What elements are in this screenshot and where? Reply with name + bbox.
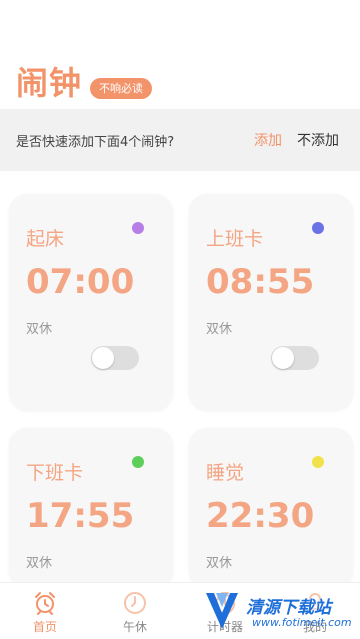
alarm-name: 睡觉 <box>206 462 245 484</box>
clock-icon <box>124 592 146 614</box>
alarm-time: 08:55 <box>206 262 315 302</box>
alarm-time: 22:30 <box>206 496 315 536</box>
alarm-repeat: 双休 <box>206 322 233 337</box>
tab-home[interactable]: 首页 <box>0 583 90 639</box>
toggle-knob <box>92 347 114 369</box>
alarm-clock-icon <box>35 592 55 615</box>
alarm-toggle[interactable] <box>91 346 139 370</box>
color-dot <box>312 456 324 468</box>
alarm-toggle[interactable] <box>271 346 319 370</box>
help-badge[interactable]: 不响必读 <box>90 78 152 99</box>
tab-nap[interactable]: 午休 <box>90 583 180 639</box>
watermark-text: 清源下载站 <box>246 598 331 618</box>
alarm-card-clock-in[interactable]: 上班卡 08:55 双休 <box>189 194 353 410</box>
watermark-url: www.fotimeit.com <box>252 616 352 629</box>
quick-add-button[interactable]: 添加 <box>254 130 282 150</box>
page-title: 闹钟 <box>16 64 83 102</box>
alarm-card-wakeup[interactable]: 起床 07:00 双休 <box>9 194 173 410</box>
alarm-repeat: 双休 <box>26 556 53 571</box>
site-watermark: 清源下载站 www.fotimeit.com <box>202 589 352 635</box>
alarm-time: 07:00 <box>26 262 135 302</box>
tab-label: 午休 <box>122 620 147 634</box>
color-dot <box>132 222 144 234</box>
toggle-knob <box>272 347 294 369</box>
quick-add-banner: 是否快速添加下面4个闹钟? 添加 不添加 <box>0 109 360 171</box>
quick-add-prompt: 是否快速添加下面4个闹钟? <box>16 135 175 150</box>
alarm-repeat: 双休 <box>206 556 233 571</box>
alarm-name: 起床 <box>26 228 65 250</box>
alarm-name: 下班卡 <box>26 462 84 484</box>
header: 闹钟 不响必读 <box>0 0 360 108</box>
alarm-card-sleep[interactable]: 睡觉 22:30 双休 <box>189 428 353 588</box>
watermark-logo-icon <box>206 593 238 629</box>
alarm-time: 17:55 <box>26 496 135 536</box>
alarm-repeat: 双休 <box>26 322 53 337</box>
tab-label: 首页 <box>32 620 57 634</box>
color-dot <box>312 222 324 234</box>
color-dot <box>132 456 144 468</box>
quick-decline-button[interactable]: 不添加 <box>297 130 339 150</box>
alarm-card-clock-out[interactable]: 下班卡 17:55 双休 <box>9 428 173 588</box>
alarm-name: 上班卡 <box>206 228 264 250</box>
